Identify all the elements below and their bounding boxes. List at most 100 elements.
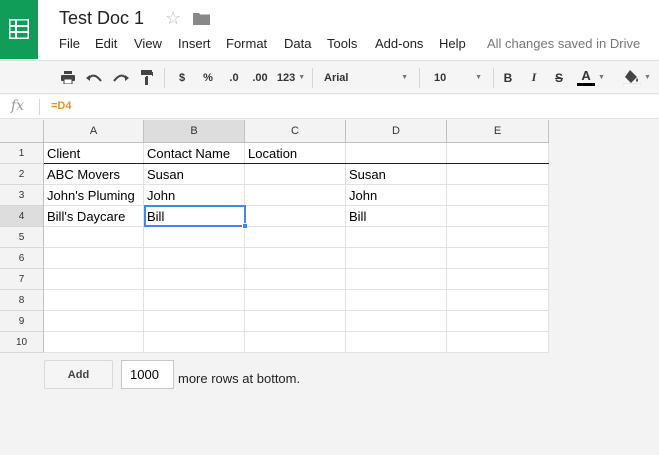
bold-button[interactable]: B	[500, 61, 516, 94]
row-header-3[interactable]: 3	[0, 185, 44, 206]
cell-e7[interactable]	[447, 269, 549, 290]
save-status[interactable]: All changes saved in Drive	[487, 36, 640, 51]
cell-c5[interactable]	[245, 227, 346, 248]
menu-addons[interactable]: Add-ons	[375, 36, 423, 51]
cell-c6[interactable]	[245, 248, 346, 269]
column-header-e[interactable]: E	[447, 120, 549, 143]
cell-d4[interactable]: Bill	[346, 206, 447, 227]
menu-file[interactable]: File	[59, 36, 80, 51]
fill-handle[interactable]	[242, 223, 248, 229]
cell-c7[interactable]	[245, 269, 346, 290]
column-header-a[interactable]: A	[44, 120, 144, 143]
cell-a5[interactable]	[44, 227, 144, 248]
cell-d2[interactable]: Susan	[346, 164, 447, 185]
cell-d5[interactable]	[346, 227, 447, 248]
doc-title[interactable]: Test Doc 1	[59, 8, 144, 29]
italic-button[interactable]: I	[526, 61, 542, 94]
cell-b7[interactable]	[144, 269, 245, 290]
text-color-button[interactable]: A ▼	[574, 61, 608, 94]
menu-insert[interactable]: Insert	[178, 36, 211, 51]
cell-e8[interactable]	[447, 290, 549, 311]
fill-color-button[interactable]: ▼	[619, 61, 655, 94]
print-button[interactable]	[58, 61, 78, 94]
font-size-select[interactable]: 10 ▼	[428, 61, 488, 94]
menu-data[interactable]: Data	[284, 36, 311, 51]
cell-c10[interactable]	[245, 332, 346, 353]
menu-edit[interactable]: Edit	[95, 36, 117, 51]
row-header-2[interactable]: 2	[0, 164, 44, 185]
cell-e5[interactable]	[447, 227, 549, 248]
column-header-c[interactable]: C	[245, 120, 346, 143]
cell-d10[interactable]	[346, 332, 447, 353]
cell-c4[interactable]	[245, 206, 346, 227]
row-header-1[interactable]: 1	[0, 143, 44, 164]
cell-d8[interactable]	[346, 290, 447, 311]
row-header-10[interactable]: 10	[0, 332, 44, 353]
cell-e2[interactable]	[447, 164, 549, 185]
menu-format[interactable]: Format	[226, 36, 267, 51]
row-header-5[interactable]: 5	[0, 227, 44, 248]
cell-d3[interactable]: John	[346, 185, 447, 206]
menu-help[interactable]: Help	[439, 36, 466, 51]
strikethrough-button[interactable]: S	[551, 61, 567, 94]
cell-c3[interactable]	[245, 185, 346, 206]
cell-c1[interactable]: Location	[245, 143, 346, 164]
folder-icon[interactable]	[193, 12, 210, 25]
cell-e3[interactable]	[447, 185, 549, 206]
cell-a7[interactable]	[44, 269, 144, 290]
menu-view[interactable]: View	[134, 36, 162, 51]
decrease-decimals-button[interactable]: .0	[224, 61, 244, 94]
cell-c8[interactable]	[245, 290, 346, 311]
undo-button[interactable]	[84, 61, 104, 94]
increase-decimals-button[interactable]: .00	[249, 61, 271, 94]
cell-b1[interactable]: Contact Name	[144, 143, 245, 164]
row-header-6[interactable]: 6	[0, 248, 44, 269]
row-header-4[interactable]: 4	[0, 206, 44, 227]
cell-d6[interactable]	[346, 248, 447, 269]
cell-a9[interactable]	[44, 311, 144, 332]
cell-b5[interactable]	[144, 227, 245, 248]
cell-a8[interactable]	[44, 290, 144, 311]
cell-a2[interactable]: ABC Movers	[44, 164, 144, 185]
cell-b3[interactable]: John	[144, 185, 245, 206]
cell-e1[interactable]	[447, 143, 549, 164]
currency-format-button[interactable]: $	[174, 61, 190, 94]
cell-a4[interactable]: Bill's Daycare	[44, 206, 144, 227]
cell-e10[interactable]	[447, 332, 549, 353]
font-family-select[interactable]: Arial ▼	[318, 61, 414, 94]
cell-e4[interactable]	[447, 206, 549, 227]
cell-a10[interactable]	[44, 332, 144, 353]
row-header-8[interactable]: 8	[0, 290, 44, 311]
cell-d1[interactable]	[346, 143, 447, 164]
column-header-d[interactable]: D	[346, 120, 447, 143]
row-header-9[interactable]: 9	[0, 311, 44, 332]
cell-b2[interactable]: Susan	[144, 164, 245, 185]
sheets-logo[interactable]	[0, 0, 38, 59]
cell-b8[interactable]	[144, 290, 245, 311]
cell-e6[interactable]	[447, 248, 549, 269]
cell-b9[interactable]	[144, 311, 245, 332]
redo-button[interactable]	[111, 61, 131, 94]
column-header-b[interactable]: B	[144, 120, 245, 143]
more-formats-button[interactable]: 123 ▼	[274, 61, 308, 94]
cell-a6[interactable]	[44, 248, 144, 269]
row-header-7[interactable]: 7	[0, 269, 44, 290]
cell-b6[interactable]	[144, 248, 245, 269]
cell-c2[interactable]	[245, 164, 346, 185]
select-all-corner[interactable]	[0, 120, 44, 143]
percent-format-button[interactable]: %	[200, 61, 216, 94]
cell-b10[interactable]	[144, 332, 245, 353]
add-rows-button[interactable]: Add	[44, 360, 113, 389]
cell-b4[interactable]: Bill	[144, 206, 245, 227]
star-icon[interactable]: ☆	[165, 8, 181, 29]
cell-a1[interactable]: Client	[44, 143, 144, 164]
cell-d7[interactable]	[346, 269, 447, 290]
cell-e9[interactable]	[447, 311, 549, 332]
rows-count-input[interactable]	[121, 360, 174, 389]
formula-input[interactable]: =D4	[51, 100, 72, 112]
paint-format-button[interactable]	[137, 61, 157, 94]
cell-c9[interactable]	[245, 311, 346, 332]
cell-a3[interactable]: John's Pluming	[44, 185, 144, 206]
cell-d9[interactable]	[346, 311, 447, 332]
menu-tools[interactable]: Tools	[327, 36, 357, 51]
